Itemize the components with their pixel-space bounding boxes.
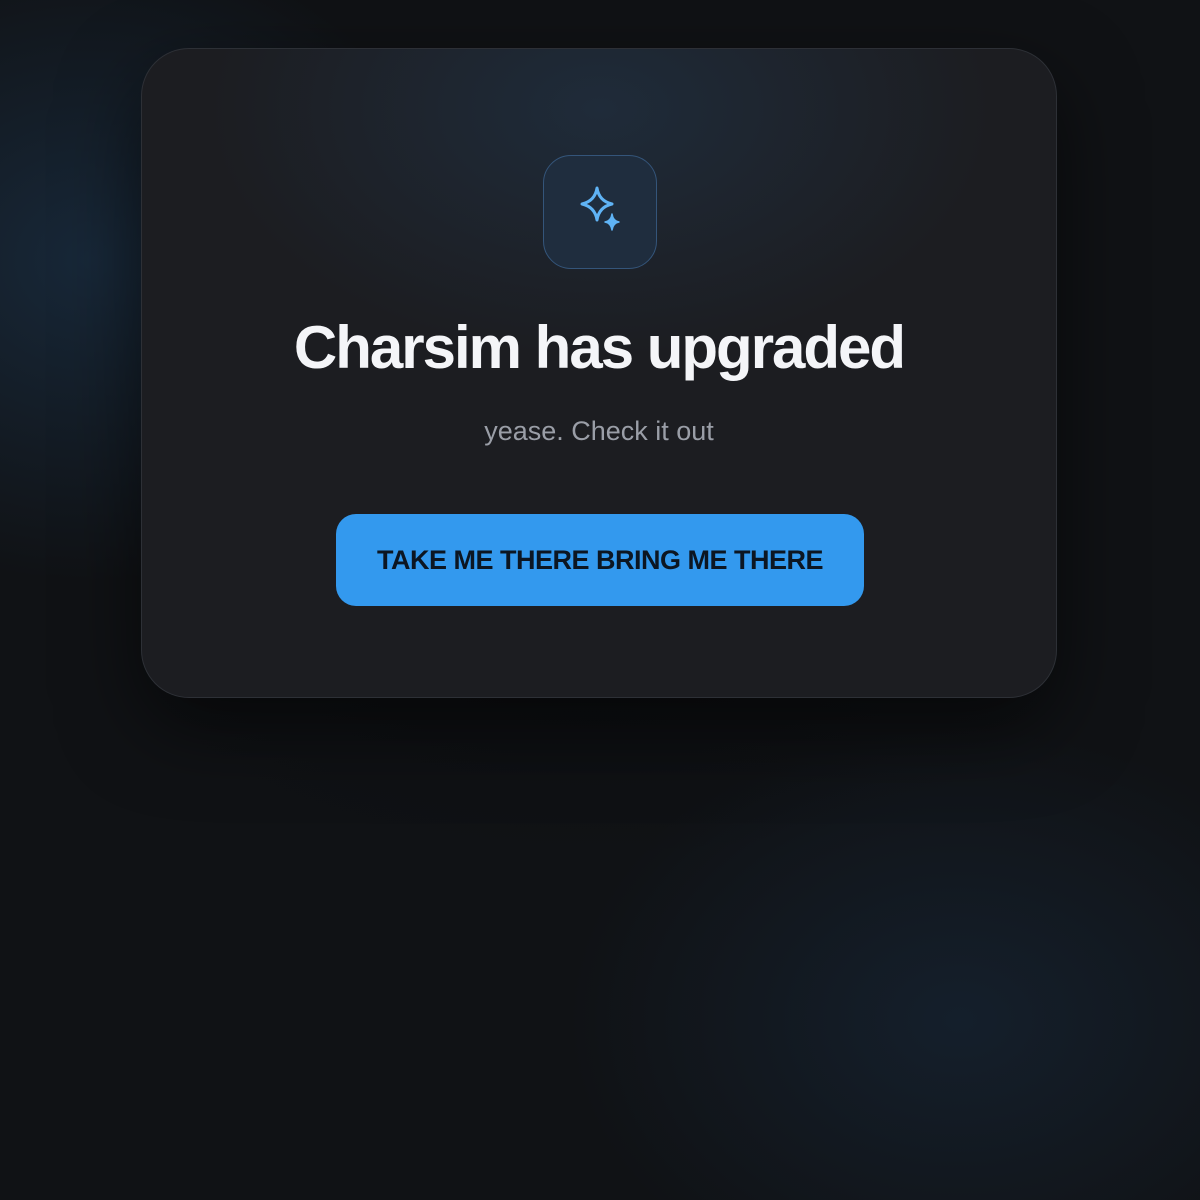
- icon-tile: [543, 155, 657, 269]
- dialog-title: Charsim has upgraded: [293, 314, 906, 381]
- upgrade-dialog: Charsim has upgraded yease. Check it out…: [141, 48, 1057, 698]
- dialog-subtitle: yease. Check it out: [484, 416, 714, 446]
- sparkles-icon: [580, 186, 620, 231]
- take-me-there-button[interactable]: TAKE ME THERE BRING ME THERE: [336, 514, 864, 606]
